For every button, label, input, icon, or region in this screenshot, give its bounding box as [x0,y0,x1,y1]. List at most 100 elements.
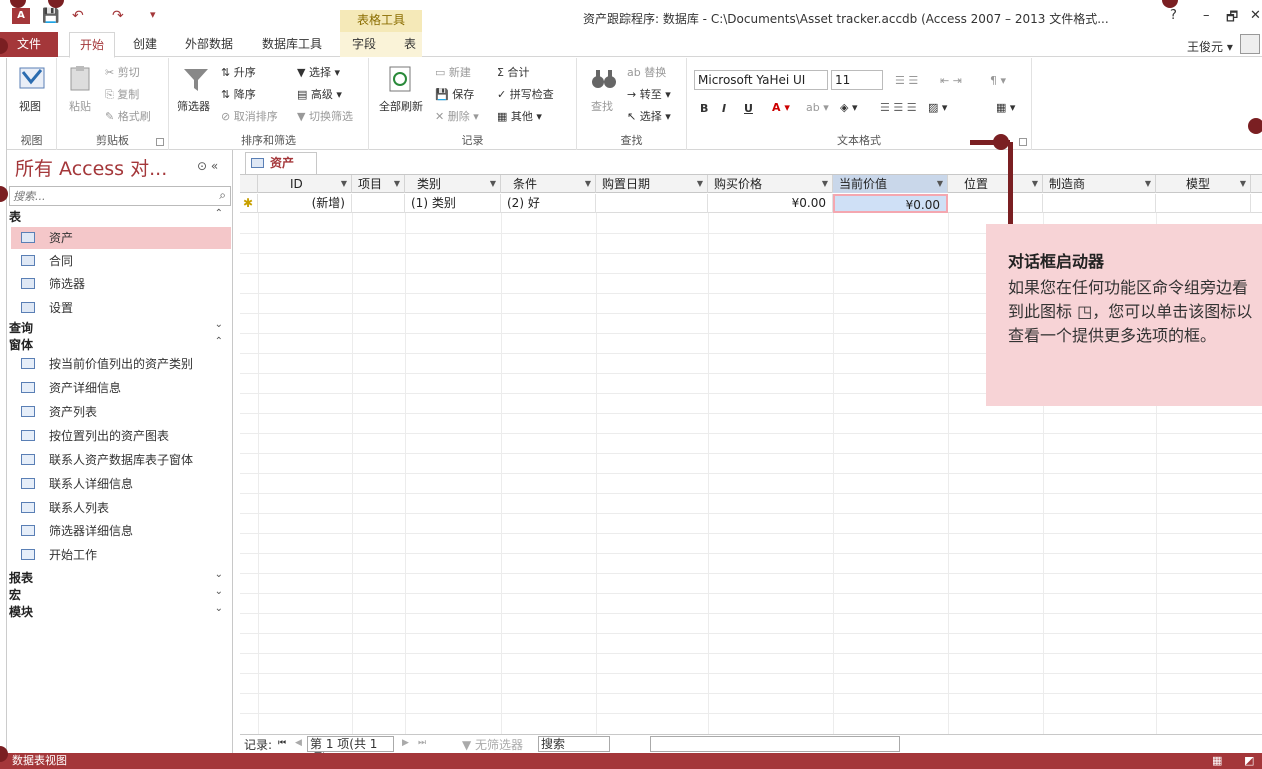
nav-item-form[interactable]: 资产列表 [11,401,231,423]
align-icon[interactable]: ☰ ☰ ☰ [880,101,917,114]
underline-button[interactable]: U [744,102,753,115]
bullets-icon[interactable]: ☰ ☰ [895,74,918,87]
tab-file[interactable]: 文件 [0,32,58,57]
cell-manufacturer[interactable] [1043,194,1156,213]
chevron-down-icon[interactable]: ▼ [1032,175,1038,193]
refresh-all-button[interactable]: 全部刷新 [379,98,423,114]
record-position-input[interactable]: 第 1 项(共 1 项) [307,736,394,765]
cell-location[interactable] [948,194,1043,213]
avatar[interactable] [1240,34,1260,54]
last-record-icon[interactable]: ⏭ [418,738,426,748]
select-all-corner[interactable] [240,175,258,193]
cell-condition[interactable]: (2) 好 [501,194,596,213]
paragraph-dir-icon[interactable]: ¶ ▾ [990,74,1006,87]
nav-item-table[interactable]: 合同 [11,250,231,272]
nav-section-queries[interactable]: 查询 ⌄ [9,319,231,335]
format-painter-button[interactable]: ✎ 格式刷 [105,108,151,124]
prev-record-icon[interactable]: ◀ [295,738,302,748]
help-button[interactable]: ? [1170,8,1177,23]
select-button[interactable]: ↖ 选择 ▾ [627,108,671,124]
paste-button[interactable]: 粘贴 [69,98,91,114]
nav-item-form[interactable]: 联系人详细信息 [11,473,231,495]
no-filter-indicator[interactable]: ▼ 无筛选器 [462,736,523,753]
clear-sort-button[interactable]: ⊘ 取消排序 [221,108,278,124]
alt-row-color-icon[interactable]: ▨ ▾ [928,101,947,114]
fill-color-icon[interactable]: ◈ ▾ [840,101,857,114]
chevron-down-circle-icon[interactable]: ⊙ [197,159,207,173]
tab-fields[interactable]: 字段 [352,32,376,57]
nav-item-table[interactable]: 设置 [11,297,231,319]
chevron-down-icon[interactable]: ▼ [1145,175,1151,193]
record-search-input[interactable]: 搜索 [538,736,610,752]
tab-create[interactable]: 创建 [133,32,157,57]
first-record-icon[interactable]: ⏮ [278,738,286,748]
column-header[interactable]: 制造商 ▼ [1043,175,1156,193]
column-header[interactable]: 购买价格 ▼ [708,175,833,193]
close-button[interactable]: ✕ [1250,8,1261,23]
delete-record-button[interactable]: ✕ 删除 ▾ [435,108,479,124]
redo-icon[interactable]: ↷ [112,8,124,24]
nav-item-form[interactable]: 筛选器详细信息 [11,520,231,542]
goto-button[interactable]: → 转至 ▾ [627,86,671,102]
tab-database-tools[interactable]: 数据库工具 [262,32,322,57]
italic-button[interactable]: I [722,102,726,115]
column-header[interactable]: 购置日期 ▼ [596,175,708,193]
new-record-marker[interactable]: ✱ [240,194,258,213]
tab-external-data[interactable]: 外部数据 [185,32,233,57]
dialog-launcher-text-formatting[interactable] [1019,138,1027,146]
design-view-icon[interactable]: ◩ [1244,753,1254,769]
nav-item-form[interactable]: 开始工作 [11,544,231,566]
font-color-icon[interactable]: A ▾ [772,101,790,114]
search-icon[interactable]: ⌕ [219,188,226,203]
highlight-icon[interactable]: ab ▾ [806,101,829,114]
sort-descending-button[interactable]: ⇅ 降序 [221,86,256,102]
column-header[interactable]: 位置 ▼ [948,175,1043,193]
nav-section-modules[interactable]: 模块 ⌄ [9,603,231,619]
chevron-down-icon[interactable]: ▼ [1240,175,1246,193]
column-header[interactable]: 项目 ▼ [352,175,405,193]
cell-purchase-price[interactable]: ¥0.00 [708,194,833,213]
advanced-filter-button[interactable]: ▤ 高级 ▾ [297,86,342,102]
save-record-button[interactable]: 💾 保存 [435,86,474,102]
column-header[interactable]: 条件 ▼ [501,175,596,193]
chevron-down-icon[interactable]: ▼ [937,175,943,193]
cell-model[interactable] [1156,194,1251,213]
access-app-icon[interactable]: A [12,8,30,24]
bold-button[interactable]: B [700,102,708,115]
indent-icon[interactable]: ⇤ ⇥ [940,74,962,87]
chevron-down-icon[interactable]: ▼ [822,175,828,193]
nav-item-form[interactable]: 资产详细信息 [11,377,231,399]
cell-category[interactable]: (1) 类别 [405,194,501,213]
cell-acquired-date[interactable] [596,194,708,213]
nav-search-input[interactable] [10,187,206,205]
cut-button[interactable]: ✂ 剪切 [105,64,140,80]
filter-button[interactable]: 筛选器 [177,98,210,114]
nav-section-reports[interactable]: 报表 ⌄ [9,569,231,585]
customize-qat-icon[interactable]: ▾ [150,8,156,21]
nav-section-tables[interactable]: 表 ⌃ [9,208,231,224]
tab-table[interactable]: 表 [404,32,416,57]
chevron-down-icon[interactable]: ▼ [585,175,591,193]
column-header[interactable]: 模型 ▼ [1156,175,1251,193]
nav-section-macros[interactable]: 宏 ⌄ [9,586,231,602]
chevron-down-icon[interactable]: ▼ [341,175,347,193]
more-records-button[interactable]: ▦ 其他 ▾ [497,108,542,124]
totals-button[interactable]: Σ 合计 [497,64,529,80]
dialog-launcher-clipboard[interactable] [156,138,164,146]
gridlines-icon[interactable]: ▦ ▾ [996,101,1015,114]
undo-icon[interactable]: ↶ [72,8,84,24]
horizontal-scrollbar[interactable] [650,736,900,752]
nav-item-form[interactable]: 按当前价值列出的资产类别 [11,353,231,375]
minimize-button[interactable]: – [1203,8,1210,23]
cell-id[interactable]: (新增) [258,194,352,213]
column-header[interactable]: 类别 ▼ [405,175,501,193]
nav-title[interactable]: 所有 Access 对... [15,154,167,181]
new-record-button[interactable]: ▭ 新建 [435,64,471,80]
nav-item-table[interactable]: 资产 [11,227,231,249]
toggle-filter-button[interactable]: ▼ 切换筛选 [297,108,353,124]
user-account[interactable]: 王俊元 ▾ [1187,38,1233,55]
cell-current-value[interactable]: ¥0.00 [833,194,948,213]
sort-ascending-button[interactable]: ⇅ 升序 [221,64,256,80]
font-size-select[interactable]: 11 [831,70,883,90]
view-button[interactable]: 视图 [19,98,41,114]
